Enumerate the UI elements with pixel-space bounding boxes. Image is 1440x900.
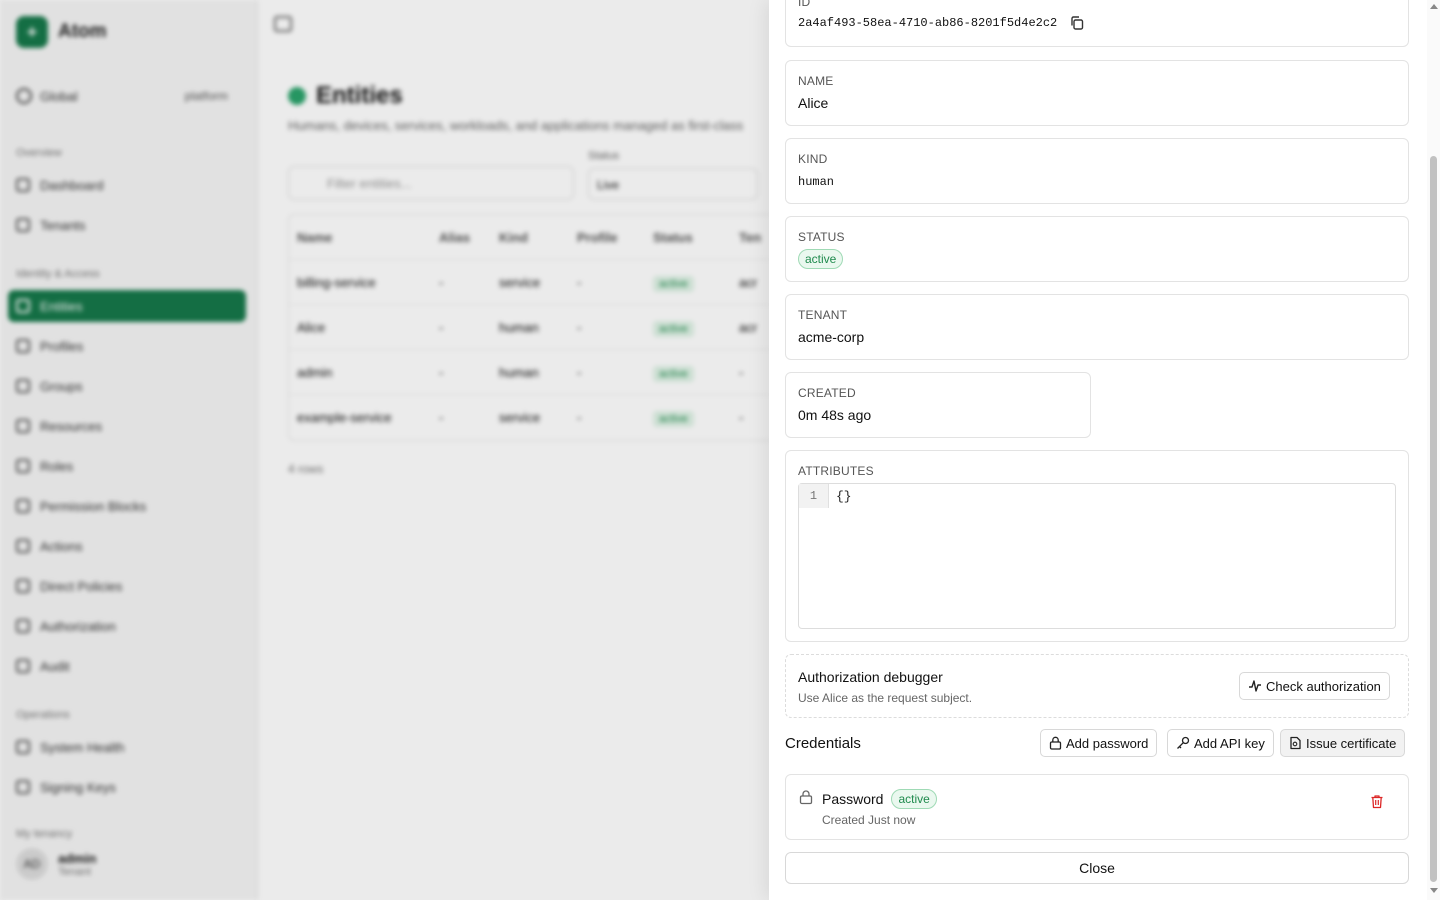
check-authorization-button[interactable]: Check authorization: [1239, 672, 1390, 700]
credentials-title: Credentials: [785, 735, 861, 752]
debugger-subtitle: Use Alice as the request subject.: [798, 691, 973, 705]
id-label: ID: [798, 0, 811, 9]
activity-icon: [1249, 680, 1261, 692]
id-value: 2a4af493-58ea-4710-ab86-8201f5d4e2c2: [798, 16, 1058, 30]
scroll-down-icon[interactable]: [1430, 888, 1438, 893]
add-password-button[interactable]: Add password: [1040, 729, 1158, 757]
created-value: 0m 48s ago: [798, 407, 872, 423]
created-label: Created: [798, 386, 856, 400]
debugger-title: Authorization debugger: [798, 669, 943, 685]
scrollbar[interactable]: [1427, 0, 1440, 900]
attributes-editor[interactable]: 1 {}: [798, 483, 1396, 629]
kind-label: Kind: [798, 152, 828, 166]
certificate-icon: [1290, 736, 1301, 750]
name-label: Name: [798, 74, 834, 88]
entity-detail-drawer: ID 2a4af493-58ea-4710-ab86-8201f5d4e2c2 …: [769, 0, 1440, 900]
tenant-field: Tenant acme-corp: [785, 294, 1409, 360]
name-value: Alice: [798, 95, 829, 111]
created-field: Created 0m 48s ago: [785, 372, 1091, 438]
add-api-key-button[interactable]: Add API key: [1167, 729, 1274, 757]
authorization-debugger: Authorization debugger Use Alice as the …: [785, 654, 1409, 718]
attributes-field: Attributes 1 {}: [785, 450, 1409, 642]
check-authorization-label: Check authorization: [1266, 678, 1381, 694]
status-badge: active: [891, 789, 937, 809]
status-field: Status active: [785, 216, 1409, 282]
credential-item: Password active Created Just now: [785, 774, 1409, 840]
key-icon: [1177, 736, 1190, 749]
lock-icon: [799, 790, 813, 805]
attributes-code: {}: [836, 489, 852, 504]
status-label: Status: [798, 230, 845, 244]
lock-icon: [1049, 736, 1062, 750]
add-api-key-label: Add API key: [1194, 735, 1265, 751]
copy-icon[interactable]: [1069, 15, 1085, 31]
credential-created: Created Just now: [822, 813, 916, 827]
name-field: Name Alice: [785, 60, 1409, 126]
status-badge: active: [798, 249, 844, 269]
scroll-thumb[interactable]: [1430, 156, 1437, 882]
issue-certificate-button[interactable]: Issue certificate: [1280, 729, 1406, 757]
id-field: ID 2a4af493-58ea-4710-ab86-8201f5d4e2c2: [785, 0, 1409, 47]
issue-certificate-label: Issue certificate: [1306, 735, 1397, 751]
scroll-up-icon[interactable]: [1430, 4, 1438, 9]
line-number: 1: [799, 484, 829, 508]
kind-value: human: [798, 175, 835, 189]
kind-field: Kind human: [785, 138, 1409, 204]
trash-icon[interactable]: [1370, 794, 1384, 809]
tenant-value: acme-corp: [798, 329, 865, 345]
tenant-label: Tenant: [798, 308, 848, 322]
credential-name: Password: [822, 791, 884, 807]
attributes-label: Attributes: [798, 464, 874, 478]
close-button[interactable]: Close: [785, 852, 1409, 884]
add-password-label: Add password: [1066, 735, 1149, 751]
